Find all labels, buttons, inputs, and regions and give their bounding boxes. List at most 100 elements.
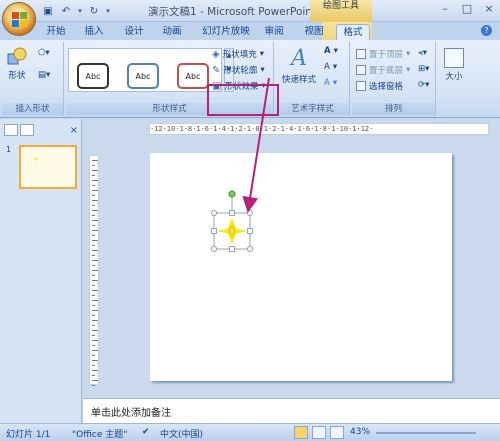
ruler-tick	[92, 235, 95, 236]
bring-to-front-button[interactable]: 置于顶层 ▾	[356, 48, 410, 60]
textbox-icon[interactable]: ▤▾	[38, 70, 50, 80]
ruler-tick	[92, 340, 98, 341]
ruler-tick	[92, 335, 95, 336]
shape-fill-label: 形状填充	[222, 50, 257, 60]
pane-tabs: ×	[4, 123, 78, 137]
rotate-icon[interactable]: ⟳▾	[418, 80, 429, 90]
tab-animation[interactable]: 动画	[160, 24, 184, 40]
shape-outline-button[interactable]: ✎ 形状轮廓 ▾	[212, 64, 265, 77]
notes-placeholder: 单击此处添加备注	[91, 408, 171, 419]
tab-view[interactable]: 视图	[302, 24, 326, 40]
maximize-button[interactable]: □	[460, 2, 474, 16]
shape-fill-button[interactable]: ◈ 形状填充 ▾	[212, 48, 264, 61]
notes-pane[interactable]: 单击此处添加备注	[83, 398, 500, 423]
highlight-box	[207, 84, 279, 116]
pane-close-icon[interactable]: ×	[70, 125, 78, 136]
status-theme: "Office 主题"	[72, 430, 128, 440]
ruler-tick	[92, 305, 95, 306]
spell-check-icon[interactable]: ✔	[142, 427, 150, 437]
tab-design[interactable]: 设计	[122, 24, 146, 40]
ruler-tick	[92, 330, 98, 331]
ruler-tick	[92, 300, 98, 301]
text-fill-button[interactable]: A ▾	[324, 46, 338, 56]
group-objects-icon[interactable]: ⊞▾	[418, 64, 429, 74]
align-icon[interactable]: ⫷▾	[418, 48, 427, 58]
style-swatch-blue[interactable]: Abc	[127, 63, 159, 89]
group-size: 大小	[438, 42, 476, 116]
shape-style-gallery: Abc Abc Abc	[68, 48, 222, 92]
thumbnail-star-icon: ✦	[33, 155, 40, 164]
tab-format[interactable]: 格式	[336, 24, 370, 40]
tab-insert[interactable]: 插入	[82, 24, 106, 40]
group-label-insert-shapes: 插入形状	[2, 103, 63, 115]
slideshow-view-button[interactable]	[330, 426, 344, 439]
status-language[interactable]: 中文(中国)	[160, 427, 203, 440]
slides-tab[interactable]	[4, 124, 18, 136]
ruler-tick	[92, 365, 95, 366]
ruler-tick	[92, 385, 95, 386]
ruler-tick	[92, 165, 95, 166]
text-outline-button[interactable]: A ▾	[324, 62, 337, 72]
size-button[interactable]: 大小	[444, 48, 464, 82]
ruler-tick	[92, 220, 98, 221]
ruler-tick	[92, 265, 95, 266]
ruler-tick	[92, 175, 95, 176]
pen-icon: ✎	[212, 64, 221, 76]
ruler-tick	[92, 345, 95, 346]
selection-pane-icon	[356, 81, 366, 91]
outline-tab[interactable]	[19, 124, 34, 136]
send-to-back-button[interactable]: 置于底层 ▾	[356, 64, 410, 76]
tab-home[interactable]: 开始	[44, 24, 68, 40]
tab-slideshow[interactable]: 幻灯片放映	[201, 24, 251, 40]
slide-thumbnail[interactable]: ✦	[19, 145, 77, 189]
ruler-tick	[92, 375, 95, 376]
minimize-button[interactable]: –	[438, 2, 452, 16]
rotation-handle[interactable]	[228, 190, 236, 198]
undo-icon[interactable]: ↶	[58, 3, 74, 19]
ruler-tick	[92, 180, 98, 181]
help-icon[interactable]: ?	[481, 25, 492, 36]
slides-pane: × 1 ✦	[0, 119, 82, 423]
ruler-tick	[92, 160, 98, 161]
slide-thumbnail-number: 1	[6, 145, 12, 154]
size-label: 大小	[445, 72, 463, 82]
style-swatch-black[interactable]: Abc	[77, 63, 109, 89]
ruler-tick	[92, 190, 98, 191]
selection-pane-button[interactable]: 选择窗格	[356, 80, 403, 92]
ruler-tick	[92, 275, 95, 276]
selected-shape[interactable]	[150, 153, 452, 381]
undo-dropdown-icon[interactable]: ▾	[76, 3, 84, 19]
tab-review[interactable]: 审阅	[262, 24, 286, 40]
ruler-tick	[92, 270, 98, 271]
window-controls: – □ ×	[438, 2, 496, 16]
ruler-tick	[92, 260, 98, 261]
quick-styles-label: 快速样式	[282, 75, 317, 85]
ruler-tick	[92, 290, 98, 291]
zoom-slider[interactable]	[376, 432, 476, 434]
customize-qat-icon[interactable]: ▾	[104, 3, 112, 19]
ruler-tick	[92, 200, 98, 201]
ruler-tick	[92, 350, 98, 351]
style-swatch-red[interactable]: Abc	[177, 63, 209, 89]
text-effects-button[interactable]: A ▾	[324, 78, 337, 88]
ruler-tick	[92, 170, 98, 171]
normal-view-button[interactable]	[294, 426, 308, 439]
save-icon[interactable]: ▣	[40, 3, 56, 19]
ribbon-tabs: 开始 插入 设计 动画 幻灯片放映 审阅 视图 格式 ?	[0, 22, 500, 40]
horizontal-ruler: ·12·10·1·8·1·6·1·4·1·2·1·0·1·2·1·4·1·6·1…	[149, 123, 489, 135]
status-bar: 幻灯片 1/1 "Office 主题" ✔ 中文(中国) 43%	[0, 423, 500, 441]
edit-shape-icon[interactable]: ⬠▾	[38, 48, 50, 58]
quick-styles-button[interactable]: A 快速样式	[282, 46, 316, 85]
slide-sorter-view-button[interactable]	[312, 426, 326, 439]
ruler-tick	[92, 210, 98, 211]
group-label-wordart: 艺术字样式	[276, 103, 349, 115]
bring-front-icon	[356, 49, 366, 59]
context-tool-title: 绘图工具	[310, 0, 372, 22]
title-bar: ▣ ↶ ▾ ↻ ▾ 演示文稿1 - Microsoft PowerPoint 绘…	[0, 0, 500, 22]
close-button[interactable]: ×	[482, 2, 496, 16]
slide-canvas[interactable]	[150, 153, 452, 381]
office-button[interactable]	[2, 2, 36, 36]
shapes-button[interactable]: 形状	[6, 46, 28, 81]
redo-icon[interactable]: ↻	[86, 3, 102, 19]
ruler-tick	[92, 245, 95, 246]
